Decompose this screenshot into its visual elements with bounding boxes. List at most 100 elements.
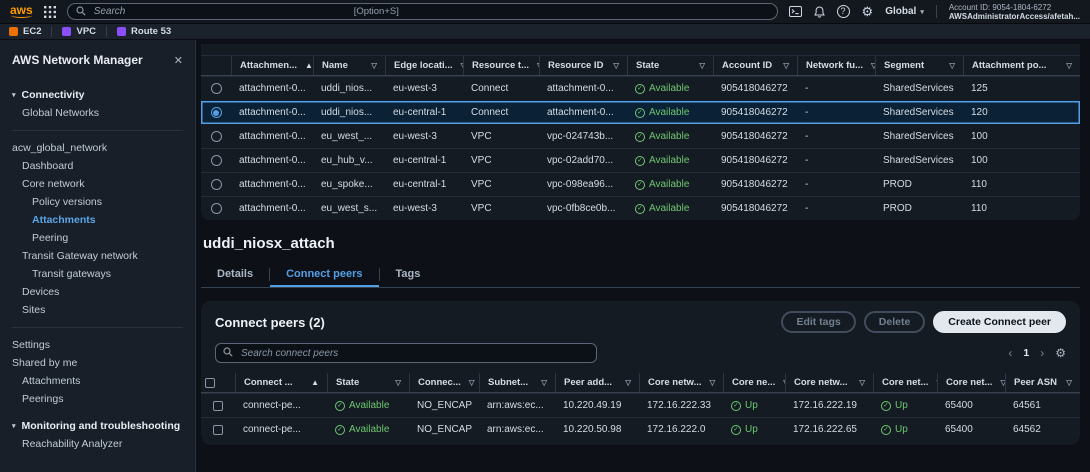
sort-filter-icon[interactable]: ▽ xyxy=(613,61,619,70)
column-header-account-id[interactable]: Account ID ▽ xyxy=(713,56,797,75)
column-header-core-netw[interactable]: Core netw... ▽ xyxy=(639,373,723,392)
table-row[interactable]: attachment-0... uddi_nios... eu-west-3 Conn… xyxy=(201,76,1080,100)
prev-page-icon[interactable]: ‹ xyxy=(1008,346,1012,360)
sidebar-divider xyxy=(12,130,183,131)
next-page-icon[interactable]: › xyxy=(1040,346,1044,360)
column-header-attachment-po[interactable]: Attachment po... ▽ xyxy=(963,56,1080,75)
column-header-segment[interactable]: Segment ▽ xyxy=(875,56,963,75)
column-header-connect[interactable]: Connect ... ▲ xyxy=(235,373,327,392)
column-header-core-net[interactable]: Core net...▽ xyxy=(873,373,937,392)
page-number[interactable]: 1 xyxy=(1023,347,1029,359)
row-radio[interactable] xyxy=(210,107,222,118)
table-row[interactable]: attachment-0... eu_west_... eu-west-3 VPC vp… xyxy=(201,124,1080,148)
sort-ascending-icon[interactable]: ▲ xyxy=(305,61,313,70)
row-radio[interactable] xyxy=(210,155,222,166)
sidebar-item-dashboard[interactable]: Dashboard xyxy=(0,157,195,175)
table-row[interactable]: attachment-0... eu_hub_v... eu-central-1 VP… xyxy=(201,148,1080,172)
column-header-state[interactable]: State ▽ xyxy=(327,373,409,392)
select-all-checkbox[interactable] xyxy=(205,377,215,388)
sidebar-item-acw-global-network[interactable]: acw_global_network xyxy=(0,139,195,157)
sort-filter-icon[interactable]: ▽ xyxy=(1066,378,1072,387)
row-radio[interactable] xyxy=(210,83,222,94)
favorite-ec2[interactable]: EC2 xyxy=(9,26,51,37)
tab-details[interactable]: Details xyxy=(201,261,269,287)
settings-gear-icon[interactable]: ⚙ xyxy=(862,5,874,18)
sort-filter-icon[interactable]: ▽ xyxy=(1066,61,1072,70)
column-label: State xyxy=(636,60,660,71)
column-header-network-fu[interactable]: Network fu...▽ xyxy=(797,56,875,75)
column-header-core-ne[interactable]: Core ne...▽ xyxy=(723,373,785,392)
table-preferences-icon[interactable]: ⚙ xyxy=(1055,346,1066,360)
sidebar-item-global-networks[interactable]: Global Networks xyxy=(0,104,195,122)
favorite-vpc[interactable]: VPC xyxy=(51,26,106,37)
sidebar-item-connectivity[interactable]: ▾ Connectivity xyxy=(0,86,195,104)
column-header-subnet[interactable]: Subnet... ▽ xyxy=(479,373,555,392)
help-icon[interactable]: ? xyxy=(836,5,850,18)
aws-logo[interactable]: aws xyxy=(10,4,33,18)
sort-filter-icon[interactable]: ▽ xyxy=(699,61,705,70)
row-radio[interactable] xyxy=(210,179,222,190)
selection-column-header[interactable] xyxy=(201,373,235,392)
sort-filter-icon[interactable]: ▽ xyxy=(859,378,865,387)
column-header-connec[interactable]: Connec... ▽ xyxy=(409,373,479,392)
column-header-core-netw[interactable]: Core netw... ▽ xyxy=(785,373,873,392)
column-header-peer-asn[interactable]: Peer ASN ▽ xyxy=(1005,373,1080,392)
sort-filter-icon[interactable]: ▽ xyxy=(469,378,475,387)
sidebar-item-devices[interactable]: Devices xyxy=(0,283,195,301)
table-row[interactable]: connect-pe... ✓ Available NO_ENCAP arn:aws:e… xyxy=(201,417,1080,441)
column-header-attachmen[interactable]: Attachmen... ▲ xyxy=(231,56,313,75)
edit-tags-button[interactable]: Edit tags xyxy=(781,311,856,333)
tab-tags[interactable]: Tags xyxy=(380,261,437,287)
region-selector[interactable]: Global ▾ xyxy=(885,6,924,17)
connect-peers-search-input[interactable] xyxy=(239,346,589,360)
column-header-edge-locati[interactable]: Edge locati...▽ xyxy=(385,56,463,75)
sort-filter-icon[interactable]: ▽ xyxy=(949,61,955,70)
search-input[interactable] xyxy=(91,5,769,18)
sort-filter-icon[interactable]: ▽ xyxy=(371,61,377,70)
sort-filter-icon[interactable]: ▽ xyxy=(541,378,547,387)
close-icon[interactable]: ✕ xyxy=(174,54,183,67)
sidebar-item-monitoring-and-troubleshooting[interactable]: ▾ Monitoring and troubleshooting xyxy=(0,417,195,435)
column-header-core-net[interactable]: Core net...▽ xyxy=(937,373,1005,392)
delete-button[interactable]: Delete xyxy=(863,311,926,333)
create-connect-peer-button[interactable]: Create Connect peer xyxy=(933,311,1066,333)
sidebar-item-attachments[interactable]: Attachments xyxy=(0,211,195,229)
sidebar-item-policy-versions[interactable]: Policy versions xyxy=(0,193,195,211)
sidebar-item-peering[interactable]: Peering xyxy=(0,229,195,247)
table-row[interactable]: attachment-0... eu_west_s... eu-west-3 VPC v… xyxy=(201,196,1080,220)
sidebar-item-shared-by-me[interactable]: Shared by me xyxy=(0,354,195,372)
sidebar-item-core-network[interactable]: Core network xyxy=(0,175,195,193)
table-row[interactable]: attachment-0... eu_spoke... eu-central-1 VP… xyxy=(201,172,1080,196)
sidebar-item-transit-gateways[interactable]: Transit gateways xyxy=(0,265,195,283)
sidebar-item-sites[interactable]: Sites xyxy=(0,301,195,319)
connect-peers-search[interactable] xyxy=(215,343,597,363)
row-checkbox[interactable] xyxy=(213,424,223,435)
sort-filter-icon[interactable]: ▽ xyxy=(710,378,716,387)
row-radio[interactable] xyxy=(210,203,222,214)
sort-filter-icon[interactable]: ▽ xyxy=(783,61,789,70)
table-row[interactable]: connect-pe... ✓ Available NO_ENCAP arn:aws:e… xyxy=(201,393,1080,417)
sidebar-item-reachability-analyzer[interactable]: Reachability Analyzer xyxy=(0,435,195,453)
column-header-resource-id[interactable]: Resource ID ▽ xyxy=(539,56,627,75)
global-search[interactable]: [Option+S] xyxy=(66,3,778,20)
column-header-resource-t[interactable]: Resource t...▽ xyxy=(463,56,539,75)
column-header-peer-add[interactable]: Peer add... ▽ xyxy=(555,373,639,392)
tab-connect-peers[interactable]: Connect peers xyxy=(270,261,378,287)
notifications-bell-icon[interactable] xyxy=(813,5,825,18)
account-menu[interactable]: Account ID: 9054-1804-6272 AWSAdministra… xyxy=(949,3,1080,21)
column-header-name[interactable]: Name ▽ xyxy=(313,56,385,75)
column-header-state[interactable]: State ▽ xyxy=(627,56,713,75)
sidebar-item-attachments[interactable]: Attachments xyxy=(0,372,195,390)
sidebar-item-settings[interactable]: Settings xyxy=(0,336,195,354)
table-row[interactable]: attachment-0... uddi_nios... eu-central-1 C… xyxy=(201,100,1080,124)
apps-grid-icon[interactable] xyxy=(43,5,56,18)
sort-ascending-icon[interactable]: ▲ xyxy=(311,378,319,387)
row-checkbox[interactable] xyxy=(213,400,223,411)
cloudshell-icon[interactable] xyxy=(788,6,802,17)
sort-filter-icon[interactable]: ▽ xyxy=(395,378,401,387)
favorite-route-53[interactable]: Route 53 xyxy=(106,26,181,37)
sidebar-item-transit-gateway-network[interactable]: Transit Gateway network xyxy=(0,247,195,265)
row-radio[interactable] xyxy=(210,131,222,142)
sort-filter-icon[interactable]: ▽ xyxy=(625,378,631,387)
sidebar-item-peerings[interactable]: Peerings xyxy=(0,390,195,408)
